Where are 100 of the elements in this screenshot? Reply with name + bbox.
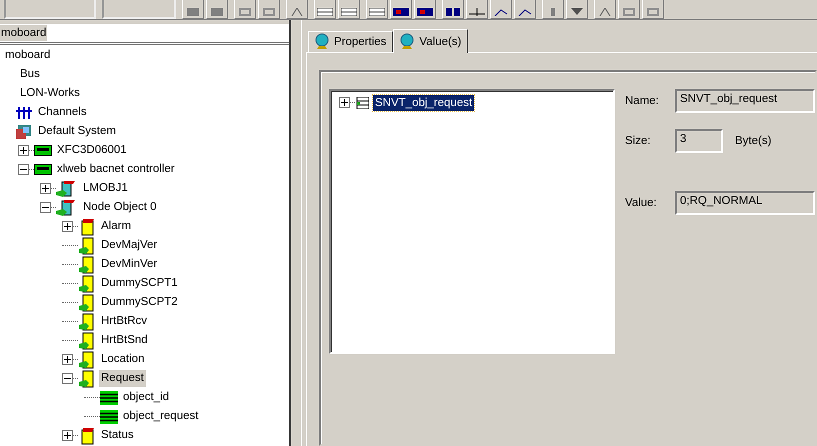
minus-icon <box>64 375 71 382</box>
screen-icon <box>417 8 433 16</box>
globe-icon <box>398 32 416 50</box>
panel-icon <box>186 8 200 16</box>
tree-item[interactable]: SNVT_obj_request <box>373 94 474 110</box>
tree-item[interactable]: Request <box>99 370 146 387</box>
tree-item[interactable]: Status <box>99 427 136 444</box>
plus-icon <box>64 432 71 439</box>
toolbar-button[interactable] <box>314 0 336 19</box>
collapse-button[interactable] <box>40 202 51 213</box>
device-icon <box>34 145 52 156</box>
document-arrow-icon <box>78 312 96 330</box>
cross-icon <box>469 8 485 16</box>
columns-icon <box>445 8 461 16</box>
plus-icon <box>341 99 348 106</box>
tab[interactable]: Properties <box>308 31 394 52</box>
toolbar-button[interactable] <box>442 0 464 19</box>
toolbar-button[interactable] <box>286 0 308 19</box>
tree-item[interactable]: Alarm <box>99 218 134 235</box>
tree-item[interactable]: DummySCPT1 <box>99 275 180 292</box>
field-label: Size: <box>625 135 652 147</box>
minus-icon <box>42 204 49 211</box>
peak-icon <box>290 8 304 16</box>
tree-item[interactable]: Default System <box>36 123 118 140</box>
tree-item[interactable]: LON-Works <box>18 85 82 102</box>
chart-line-icon <box>517 8 533 16</box>
toolbar-button[interactable] <box>390 0 412 19</box>
table-icon <box>369 8 385 16</box>
globe-icon <box>313 33 331 51</box>
dropdown-field[interactable] <box>4 0 96 19</box>
field-label: Name: <box>625 95 660 107</box>
expand-button[interactable] <box>62 354 73 365</box>
dropdown-field[interactable] <box>102 0 176 19</box>
expand-button[interactable] <box>62 221 73 232</box>
tree-item[interactable]: xlweb bacnet controller <box>55 161 177 178</box>
expand-button[interactable] <box>339 97 350 108</box>
tree-item[interactable]: Bus <box>18 66 42 83</box>
window-icon <box>262 8 276 16</box>
window-icon <box>238 8 252 16</box>
tree-item[interactable]: DevMinVer <box>99 256 160 273</box>
toolbar-button[interactable] <box>566 0 588 19</box>
tree-item[interactable]: LMOBJ1 <box>81 180 130 197</box>
window-icon <box>646 8 660 16</box>
plus-icon <box>20 147 27 154</box>
plus-icon <box>64 356 71 363</box>
expand-button[interactable] <box>40 183 51 194</box>
tree-item[interactable]: object_id <box>121 389 172 406</box>
panel-icon <box>210 8 224 16</box>
input-field[interactable]: 3 <box>675 129 723 153</box>
toolbar-button[interactable] <box>514 0 536 19</box>
document-arrow-icon <box>78 236 96 254</box>
field-label: Value: <box>625 197 658 209</box>
expand-button[interactable] <box>18 145 29 156</box>
tab[interactable]: Value(s) <box>393 29 468 53</box>
object-icon <box>56 198 78 216</box>
table-icon <box>317 8 333 16</box>
input-field[interactable]: 0;RQ_NORMAL <box>675 191 815 215</box>
system-icon <box>15 124 33 140</box>
screen-icon <box>393 8 409 16</box>
tree-item[interactable]: Node Object 0 <box>81 199 159 216</box>
minus-icon <box>20 166 27 173</box>
document-arrow-icon <box>78 274 96 292</box>
tree-item[interactable]: Location <box>99 351 146 368</box>
striped-block-icon <box>100 390 118 404</box>
bar-icon <box>549 8 557 16</box>
tree-item[interactable]: Channels <box>36 104 89 121</box>
tree-item[interactable]: moboard <box>3 47 52 64</box>
path-field[interactable]: moboard <box>0 24 290 45</box>
document-arrow-icon <box>78 350 96 368</box>
input-field[interactable]: SNVT_obj_request <box>675 89 815 113</box>
list-icon <box>355 96 369 108</box>
collapse-button[interactable] <box>18 164 29 175</box>
tree-item[interactable]: XFC3D06001 <box>55 142 129 159</box>
tree-item[interactable]: HrtBtRcv <box>99 313 149 330</box>
collapse-button[interactable] <box>62 373 73 384</box>
document-arrow-icon <box>78 256 96 274</box>
tree-item[interactable]: DevMajVer <box>99 237 160 254</box>
toolbar-button[interactable] <box>466 0 488 19</box>
toolbar-button[interactable] <box>366 0 388 19</box>
tree-item[interactable]: DummySCPT2 <box>99 294 180 311</box>
chart-line-icon <box>493 8 509 16</box>
toolbar-button[interactable] <box>490 0 512 19</box>
plus-icon <box>64 223 71 230</box>
tree-item[interactable]: object_request <box>121 408 200 425</box>
peak-icon <box>598 8 612 16</box>
toolbar-button[interactable] <box>338 0 360 19</box>
toolbar-button[interactable] <box>414 0 436 19</box>
caret-icon <box>570 8 584 16</box>
channel-icon <box>15 106 33 120</box>
striped-block-icon <box>100 410 118 424</box>
object-icon <box>56 180 78 198</box>
tree-item[interactable]: HrtBtSnd <box>99 332 150 349</box>
unit-label: Byte(s) <box>735 135 772 147</box>
expand-button[interactable] <box>62 430 73 441</box>
table-icon <box>341 8 357 16</box>
toolbar-button[interactable] <box>594 0 616 19</box>
document-arrow-icon <box>78 332 96 350</box>
document-arrow-icon <box>78 370 96 388</box>
plus-icon <box>42 185 49 192</box>
device-icon <box>34 164 52 175</box>
